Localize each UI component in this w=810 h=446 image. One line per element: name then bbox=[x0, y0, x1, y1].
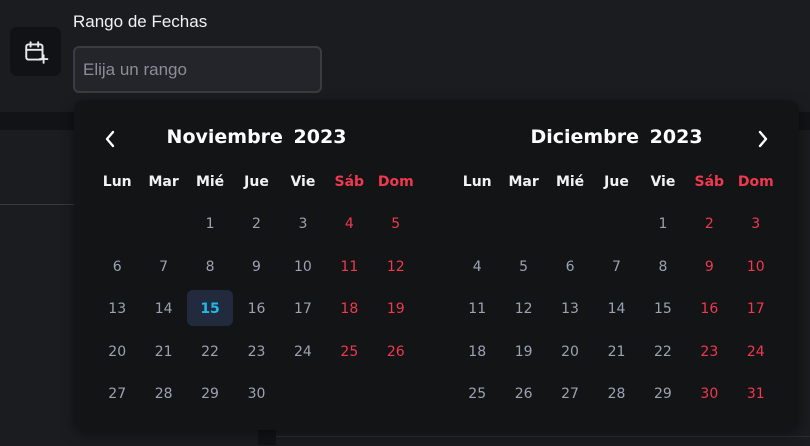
month-title: Noviembre 2023 bbox=[166, 126, 347, 148]
day-number: 15 bbox=[200, 301, 220, 318]
day-cell[interactable]: 21 bbox=[593, 331, 639, 374]
weekday-label: Mié bbox=[195, 174, 225, 190]
day-cell[interactable]: 2 bbox=[233, 203, 279, 246]
day-cell[interactable]: 22 bbox=[640, 331, 686, 374]
day-cell[interactable]: 20 bbox=[547, 331, 593, 374]
day-cell[interactable]: 9 bbox=[686, 246, 732, 289]
day-cell[interactable]: 31 bbox=[733, 373, 779, 416]
day-cell-today[interactable]: 15 bbox=[186, 288, 233, 331]
day-cell[interactable]: 12 bbox=[373, 246, 419, 289]
day-cell[interactable]: 14 bbox=[140, 288, 186, 331]
day-cell[interactable]: 18 bbox=[454, 331, 500, 374]
day-cell[interactable]: 7 bbox=[140, 246, 186, 289]
day-cell[interactable]: 6 bbox=[94, 246, 140, 289]
empty-day-cell bbox=[593, 203, 639, 246]
day-cell[interactable]: 19 bbox=[373, 288, 419, 331]
day-cell[interactable]: 3 bbox=[733, 203, 779, 246]
day-cell[interactable]: 1 bbox=[640, 203, 686, 246]
weekday-label: Jue bbox=[604, 174, 629, 190]
day-cell[interactable]: 29 bbox=[187, 373, 233, 416]
day-cell[interactable]: 5 bbox=[500, 246, 546, 289]
month-title: Diciembre 2023 bbox=[530, 126, 703, 148]
weekday-label: Vie bbox=[290, 174, 316, 190]
day-cell[interactable]: 10 bbox=[280, 246, 326, 289]
day-cell[interactable]: 5 bbox=[373, 203, 419, 246]
day-cell[interactable]: 27 bbox=[547, 373, 593, 416]
weekday-label: Dom bbox=[737, 174, 774, 190]
day-cell[interactable]: 21 bbox=[140, 331, 186, 374]
date-range-input[interactable] bbox=[73, 46, 322, 93]
day-cell[interactable]: 24 bbox=[733, 331, 779, 374]
day-cell[interactable]: 17 bbox=[280, 288, 326, 331]
day-cell[interactable]: 30 bbox=[686, 373, 732, 416]
date-range-picker: Noviembre 2023 Lun Mar Mié Jue Vie Sáb D… bbox=[74, 100, 799, 430]
day-cell[interactable]: 28 bbox=[593, 373, 639, 416]
day-cell[interactable]: 26 bbox=[373, 331, 419, 374]
day-cell[interactable]: 12 bbox=[500, 288, 546, 331]
day-cell[interactable]: 3 bbox=[280, 203, 326, 246]
day-cell[interactable]: 29 bbox=[640, 373, 686, 416]
day-cell[interactable]: 4 bbox=[326, 203, 372, 246]
weekday-label: Lun bbox=[102, 174, 132, 190]
empty-day-cell bbox=[94, 203, 140, 246]
day-cell[interactable]: 28 bbox=[140, 373, 186, 416]
day-cell[interactable]: 18 bbox=[326, 288, 372, 331]
day-cell[interactable]: 27 bbox=[94, 373, 140, 416]
weekday-label: Dom bbox=[377, 174, 414, 190]
day-cell[interactable]: 20 bbox=[94, 331, 140, 374]
day-cell[interactable]: 11 bbox=[454, 288, 500, 331]
day-cell[interactable]: 10 bbox=[733, 246, 779, 289]
day-grid: 1 2 3 4 5 6 7 8 9 10 11 12 13 14 15 16 17 18 19 20 21 22 23 24 2… bbox=[94, 203, 419, 416]
weekday-label: Lun bbox=[462, 174, 492, 190]
weekday-label: Vie bbox=[650, 174, 676, 190]
day-cell[interactable]: 23 bbox=[233, 331, 279, 374]
weekday-label: Mar bbox=[148, 174, 179, 190]
field-label: Rango de Fechas bbox=[73, 12, 208, 31]
weekday-header: Lun Mar Mié Jue Vie Sáb Dom bbox=[454, 174, 779, 190]
day-cell[interactable]: 26 bbox=[500, 373, 546, 416]
day-cell[interactable]: 15 bbox=[640, 288, 686, 331]
day-cell[interactable]: 19 bbox=[500, 331, 546, 374]
day-cell[interactable]: 25 bbox=[326, 331, 372, 374]
day-cell[interactable]: 9 bbox=[233, 246, 279, 289]
calendar-plus-icon bbox=[10, 27, 61, 76]
day-cell[interactable]: 14 bbox=[593, 288, 639, 331]
day-cell[interactable]: 1 bbox=[187, 203, 233, 246]
day-cell[interactable]: 13 bbox=[94, 288, 140, 331]
day-cell[interactable]: 2 bbox=[686, 203, 732, 246]
background-stem bbox=[258, 428, 276, 445]
weekday-label: Mar bbox=[508, 174, 539, 190]
day-cell[interactable]: 25 bbox=[454, 373, 500, 416]
empty-day-cell bbox=[547, 203, 593, 246]
day-cell[interactable]: 4 bbox=[454, 246, 500, 289]
day-cell[interactable]: 11 bbox=[326, 246, 372, 289]
day-cell[interactable]: 17 bbox=[733, 288, 779, 331]
day-cell[interactable]: 24 bbox=[280, 331, 326, 374]
day-cell[interactable]: 6 bbox=[547, 246, 593, 289]
background-divider bbox=[0, 204, 80, 205]
empty-day-cell bbox=[454, 203, 500, 246]
day-cell[interactable]: 8 bbox=[187, 246, 233, 289]
weekday-header: Lun Mar Mié Jue Vie Sáb Dom bbox=[94, 174, 419, 190]
day-cell[interactable]: 22 bbox=[187, 331, 233, 374]
day-cell[interactable]: 23 bbox=[686, 331, 732, 374]
day-cell[interactable]: 16 bbox=[233, 288, 279, 331]
day-cell[interactable]: 16 bbox=[686, 288, 732, 331]
day-cell[interactable]: 7 bbox=[593, 246, 639, 289]
weekday-label: Mié bbox=[555, 174, 585, 190]
day-cell[interactable]: 8 bbox=[640, 246, 686, 289]
day-cell[interactable]: 13 bbox=[547, 288, 593, 331]
weekday-label: Jue bbox=[244, 174, 269, 190]
empty-day-cell bbox=[500, 203, 546, 246]
weekday-label: Sáb bbox=[334, 174, 365, 190]
weekday-label: Sáb bbox=[694, 174, 725, 190]
empty-day-cell bbox=[140, 203, 186, 246]
day-grid: 1 2 3 4 5 6 7 8 9 10 11 12 13 14 15 16 17 18 19 20 21 22 23 24 2… bbox=[454, 203, 779, 416]
day-cell[interactable]: 30 bbox=[233, 373, 279, 416]
